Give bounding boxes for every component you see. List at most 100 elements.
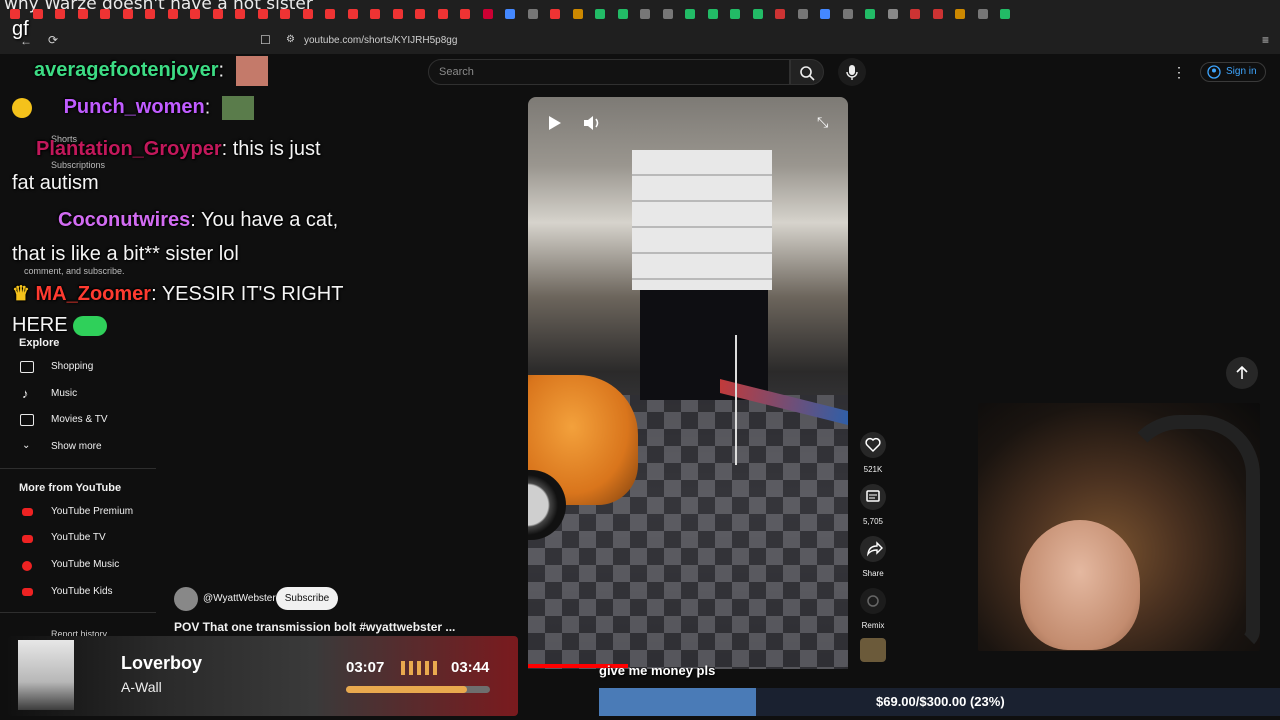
fullscreen-icon[interactable]: ⤡ — [817, 114, 828, 131]
like-count: 521K — [863, 465, 883, 474]
video-frame-door — [632, 150, 772, 290]
browser-tab-favicon[interactable] — [685, 9, 695, 19]
site-info-icon[interactable]: ⚙ — [286, 34, 295, 45]
browser-tab-favicon[interactable] — [752, 9, 763, 19]
sidebar-item-tv[interactable]: YouTube TV — [51, 532, 106, 543]
sidebar-signin-hint: comment, and subscribe. — [24, 266, 125, 276]
browser-tab-favicon[interactable] — [820, 9, 830, 19]
album-art — [18, 640, 74, 710]
video-frame-stand — [735, 335, 737, 465]
browser-tab-favicon[interactable] — [167, 9, 178, 19]
browser-tab-favicon[interactable] — [212, 9, 223, 19]
sidebar-item-kids[interactable]: YouTube Kids — [51, 586, 113, 597]
video-caption: give me money pls — [599, 663, 716, 678]
browser-tab-favicon[interactable] — [977, 9, 988, 19]
sidebar-item-movies[interactable]: Movies & TV — [51, 414, 108, 425]
chat-line: averagefootenjoyer: — [12, 56, 268, 86]
browser-tab-favicon[interactable] — [730, 9, 740, 19]
browser-menu-icon[interactable]: ≡ — [1262, 33, 1269, 47]
browser-tab-favicon[interactable] — [572, 9, 583, 19]
browser-tab-favicon[interactable] — [595, 9, 605, 19]
now-playing-widget — [8, 636, 518, 716]
browser-tab-favicon[interactable] — [775, 9, 785, 19]
chat-emote — [221, 96, 254, 120]
sidebar-item-show-more[interactable]: Show more — [51, 441, 102, 452]
chat-user: Plantation_Groyper — [36, 138, 222, 160]
browser-tab-favicon[interactable] — [842, 9, 853, 19]
browser-tab-favicon[interactable] — [100, 9, 110, 19]
reload-icon[interactable]: ⟳ — [48, 33, 58, 47]
browser-tab-favicon[interactable] — [145, 9, 155, 19]
browser-tab-favicon[interactable] — [55, 9, 65, 19]
browser-tab-favicon[interactable] — [302, 9, 313, 19]
browser-tab-favicon[interactable] — [865, 9, 875, 19]
account-icon — [1207, 65, 1221, 79]
chat-emote — [73, 315, 108, 336]
url-text[interactable]: youtube.com/shorts/KYIJRH5p8gg — [304, 35, 457, 46]
browser-tab-favicon[interactable] — [280, 9, 290, 19]
browser-tab-favicon[interactable] — [955, 9, 965, 19]
browser-tab-favicon[interactable] — [527, 9, 538, 19]
share-button[interactable] — [860, 536, 886, 562]
browser-tab-favicon[interactable] — [662, 9, 673, 19]
play-icon[interactable] — [545, 114, 563, 132]
sidebar-item-shopping[interactable]: Shopping — [51, 361, 93, 372]
scroll-up-button[interactable] — [1226, 357, 1258, 389]
browser-tab-favicon[interactable] — [325, 9, 335, 19]
browser-tab-favicon[interactable] — [707, 9, 718, 19]
voice-search-button[interactable] — [838, 58, 866, 86]
sidebar-item-yt-music[interactable]: YouTube Music — [51, 559, 119, 570]
browser-tab-favicon[interactable] — [797, 9, 808, 19]
browser-tab-favicon[interactable] — [482, 9, 493, 19]
volume-icon[interactable] — [582, 114, 602, 132]
channel-avatar[interactable] — [174, 587, 198, 611]
browser-tab-favicon[interactable] — [460, 9, 470, 19]
browser-tab-favicon[interactable] — [1000, 9, 1010, 19]
channel-name[interactable]: @WyattWebster — [203, 593, 276, 604]
sidebar-item-subscriptions[interactable]: Subscriptions — [51, 160, 105, 170]
browser-tab-favicon[interactable] — [887, 9, 898, 19]
youtube-premium-icon — [22, 508, 33, 516]
browser-tab-favicon[interactable] — [617, 9, 628, 19]
chat-line-cont: that is like a bit** sister lol — [12, 243, 239, 266]
browser-tab-favicon[interactable] — [122, 9, 133, 19]
browser-tab-favicon[interactable] — [32, 9, 43, 19]
browser-tab-favicon[interactable] — [347, 9, 358, 19]
chat-line: Coconutwires: You have a cat, — [12, 209, 338, 232]
video-title[interactable]: POV That one transmission bolt #wyattweb… — [174, 620, 455, 634]
sign-in-label: Sign in — [1226, 66, 1257, 77]
bookmark-icon[interactable]: ☐ — [260, 33, 271, 47]
audio-visualizer-icon — [401, 660, 441, 676]
browser-tab-favicon[interactable] — [392, 9, 403, 19]
browser-tab-favicon[interactable] — [415, 9, 425, 19]
browser-tab-favicon[interactable] — [370, 9, 380, 19]
browser-tab-favicon[interactable] — [932, 9, 943, 19]
chat-user: Coconutwires — [58, 209, 191, 231]
browser-tab-favicon[interactable] — [77, 9, 88, 19]
share-icon — [866, 541, 883, 557]
subscribe-button[interactable]: Subscribe — [276, 587, 338, 610]
browser-tab-favicon[interactable] — [505, 9, 515, 19]
browser-tab-favicon[interactable] — [235, 9, 245, 19]
browser-tab-favicon[interactable] — [910, 9, 920, 19]
browser-tab-favicon[interactable] — [640, 9, 650, 19]
search-input[interactable] — [428, 59, 790, 85]
remix-button[interactable] — [860, 588, 886, 614]
sound-thumbnail[interactable] — [860, 638, 886, 662]
chat-badge-icon — [12, 98, 32, 118]
sidebar-item-music[interactable]: Music — [51, 388, 77, 399]
sidebar-divider — [0, 468, 156, 469]
browser-tab-favicon[interactable] — [437, 9, 448, 19]
chat-line: Plantation_Groyper: this is just — [12, 138, 321, 161]
browser-tab-favicon[interactable] — [257, 9, 268, 19]
settings-menu-icon[interactable]: ⋮ — [1172, 64, 1186, 81]
browser-tab-favicon[interactable] — [190, 9, 200, 19]
video-frame-opening — [640, 290, 768, 400]
search-button[interactable] — [790, 59, 824, 85]
comments-button[interactable] — [860, 484, 886, 510]
like-button[interactable] — [860, 432, 886, 458]
browser-address-bar[interactable] — [0, 28, 1280, 54]
sidebar-item-premium[interactable]: YouTube Premium — [51, 506, 133, 517]
browser-tab-favicon[interactable] — [550, 9, 560, 19]
youtube-music-icon — [22, 561, 32, 571]
